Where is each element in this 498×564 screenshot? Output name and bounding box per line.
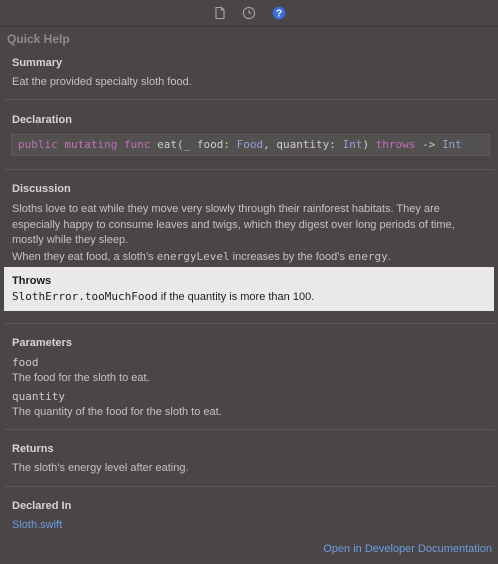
discussion-text: increases by the food’s: [229, 251, 348, 263]
code-energy: energy: [348, 250, 388, 263]
param-description: The food for the sloth to eat.: [12, 372, 150, 384]
code-energy-level: energyLevel: [156, 250, 230, 263]
discussion-line: Sloths love to eat while they move very …: [12, 203, 440, 215]
discussion-paragraph-2: When they eat food, a sloth’s energyLeve…: [12, 249, 490, 266]
inspector-toolbar: ?: [0, 0, 498, 27]
declaration-token: Int: [441, 138, 462, 151]
declaration-code: public mutating func eat(_ food: Food, q…: [11, 134, 490, 156]
declared-in-heading: Declared In: [12, 500, 72, 512]
discussion-heading: Discussion: [12, 183, 71, 195]
param-name: quantity: [12, 390, 65, 403]
returns-heading: Returns: [12, 443, 54, 455]
quick-help-icon[interactable]: ?: [272, 6, 286, 20]
declaration-token: throws: [375, 138, 416, 151]
param-description: The quantity of the food for the sloth t…: [12, 406, 222, 418]
declaration-token: func: [123, 138, 151, 151]
declaration-token: eat(_ food:: [150, 138, 237, 151]
parameters-heading: Parameters: [12, 337, 72, 349]
discussion-text: .: [387, 251, 391, 263]
history-inspector-icon[interactable]: [242, 6, 256, 20]
throws-text: SlothError.tooMuchFood if the quantity i…: [12, 289, 490, 306]
divider: [4, 429, 494, 430]
open-developer-documentation-link[interactable]: Open in Developer Documentation: [323, 542, 492, 558]
discussion-text: When they eat food, a sloth’s: [12, 251, 157, 263]
throws-heading: Throws: [12, 275, 52, 287]
returns-text: The sloth’s energy level after eating.: [12, 462, 189, 474]
file-inspector-icon[interactable]: [213, 6, 227, 20]
svg-text:?: ?: [276, 9, 282, 20]
declaration-token: [117, 138, 124, 151]
panel-title: Quick Help: [7, 32, 70, 46]
divider: [4, 99, 494, 100]
throws-description: if the quantity is more than 100.: [157, 291, 315, 303]
param-name: food: [12, 356, 39, 369]
declaration-token: ->: [415, 138, 442, 151]
declaration-token: Food: [236, 138, 264, 151]
divider: [4, 323, 494, 324]
throws-section: Throws SlothError.tooMuchFood if the qua…: [4, 267, 494, 311]
summary-text: Eat the provided specialty sloth food.: [12, 76, 192, 88]
declaration-token: public: [18, 138, 58, 151]
declaration-token: Int: [342, 138, 363, 151]
declaration-token: mutating: [64, 138, 118, 151]
divider: [4, 169, 494, 170]
divider: [4, 486, 494, 487]
discussion-line: especially happy to consume leaves and t…: [12, 218, 455, 231]
declaration-heading: Declaration: [12, 114, 72, 126]
discussion-paragraph: Sloths love to eat while they move very …: [12, 202, 490, 249]
summary-heading: Summary: [12, 57, 63, 69]
declaration-token: ): [362, 138, 376, 151]
discussion-line: mostly while they sleep.: [12, 234, 129, 246]
declared-in-file-link[interactable]: Sloth.swift: [12, 518, 62, 534]
code-error: SlothError.tooMuchFood: [12, 290, 158, 303]
declaration-token: , quantity:: [263, 138, 343, 151]
